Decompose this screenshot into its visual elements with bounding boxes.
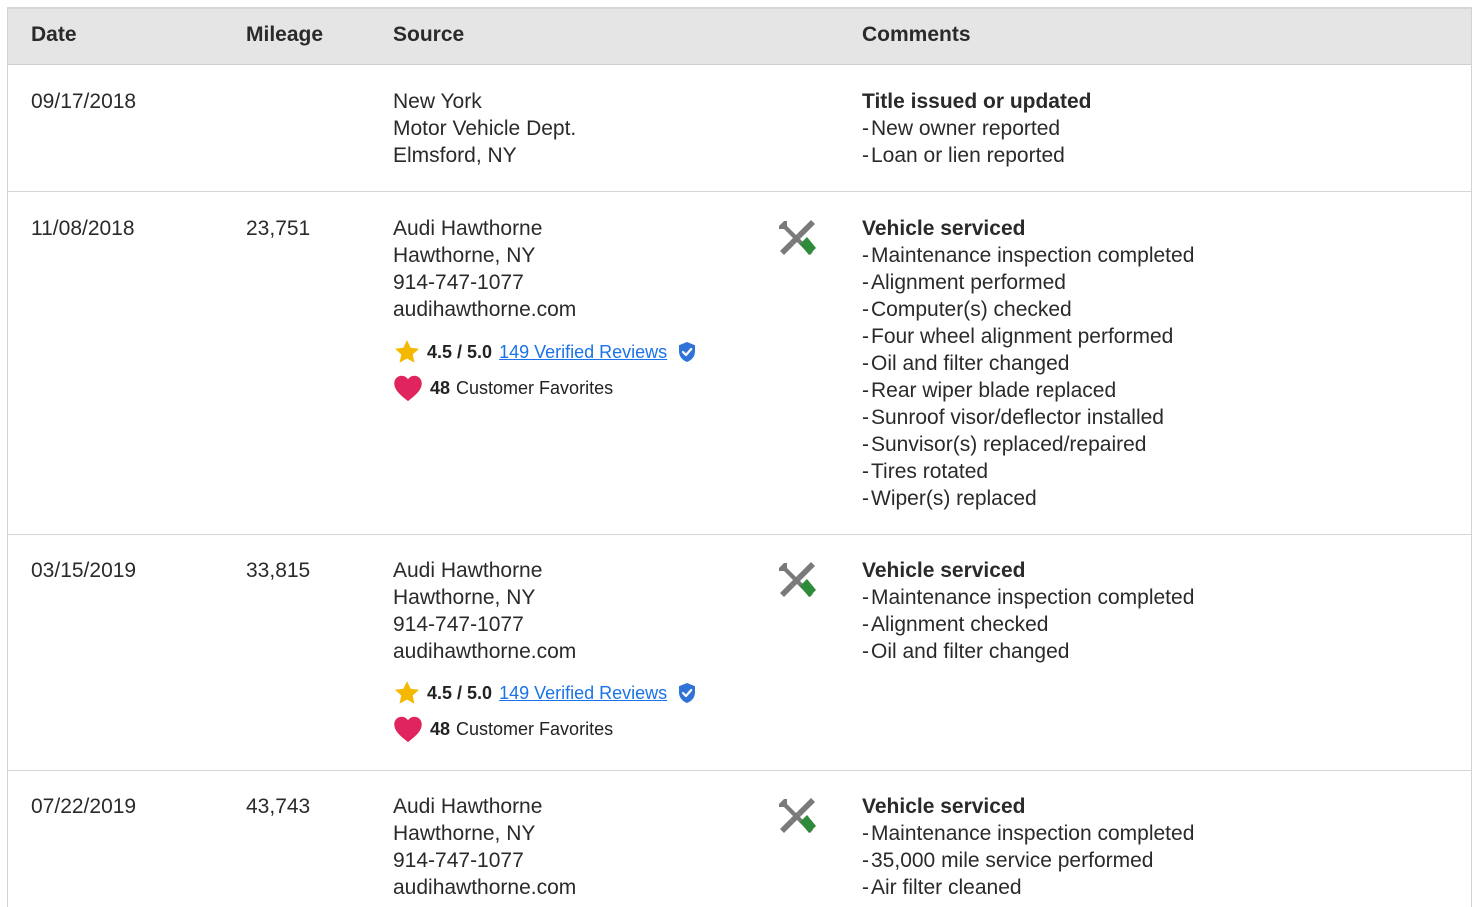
row-date: 09/17/2018 (31, 90, 137, 113)
table-row: 11/08/2018 23,751 Audi Hawthorne Hawthor… (8, 192, 1471, 535)
source-phone: 914-747-1077 (393, 271, 524, 294)
comment-item: Oil and filter changed (862, 350, 1194, 377)
rating-score: 4.5 / 5.0 (427, 682, 493, 703)
source-website: audihawthorne.com (393, 298, 577, 321)
row-date: 03/15/2019 (31, 559, 137, 582)
table-header: Date Mileage Source Comments (8, 9, 1471, 65)
verified-shield-icon (679, 342, 696, 362)
row-comments: Vehicle serviced Maintenance inspection … (862, 793, 1194, 901)
verified-shield-icon (679, 683, 696, 703)
row-date: 07/22/2019 (31, 795, 137, 818)
verified-reviews-link[interactable]: 149 Verified Reviews (499, 342, 667, 363)
comment-title: Vehicle serviced (862, 217, 1026, 240)
star-icon (394, 681, 420, 704)
wrench-screwdriver-icon (779, 220, 816, 255)
row-comments: Vehicle serviced Maintenance inspection … (862, 557, 1194, 665)
source-name: Audi Hawthorne (393, 559, 543, 582)
comment-item: Rear wiper blade replaced (862, 377, 1194, 404)
favorites-label: Customer Favorites (456, 377, 614, 398)
comment-item: Oil and filter changed (862, 638, 1194, 665)
wrench-screwdriver-icon (779, 562, 816, 597)
star-icon (394, 340, 420, 363)
header-comments: Comments (862, 23, 971, 46)
row-source: Audi Hawthorne Hawthorne, NY 914-747-107… (393, 557, 576, 665)
comment-item: 35,000 mile service performed (862, 847, 1194, 874)
comment-title: Vehicle serviced (862, 559, 1026, 582)
source-name: Audi Hawthorne (393, 217, 543, 240)
comment-item: Maintenance inspection completed (862, 242, 1194, 269)
source-phone: 914-747-1077 (393, 613, 524, 636)
customer-favorites: 48 Customer Favorites (393, 714, 613, 744)
source-location: Hawthorne, NY (393, 244, 536, 267)
source-name: Audi Hawthorne (393, 795, 543, 818)
comment-item: Alignment checked (862, 611, 1194, 638)
row-mileage: 33,815 (246, 559, 311, 582)
comment-item: Sunroof visor/deflector installed (862, 404, 1194, 431)
table-row: 07/22/2019 43,743 Audi Hawthorne Hawthor… (8, 771, 1471, 899)
comment-item: Maintenance inspection completed (862, 820, 1194, 847)
row-date: 11/08/2018 (31, 217, 135, 240)
comment-item: Four wheel alignment performed (862, 323, 1194, 350)
header-source: Source (393, 23, 465, 46)
source-website: audihawthorne.com (393, 640, 577, 663)
verified-reviews-link[interactable]: 149 Verified Reviews (499, 683, 667, 704)
customer-favorites: 48 Customer Favorites (393, 373, 613, 403)
comment-title: Vehicle serviced (862, 795, 1026, 818)
comment-item: Wiper(s) replaced (862, 485, 1194, 512)
comment-item: Sunvisor(s) replaced/repaired (862, 431, 1194, 458)
source-location: Hawthorne, NY (393, 822, 536, 845)
row-source: Audi Hawthorne Hawthorne, NY 914-747-107… (393, 215, 576, 323)
source-location: Hawthorne, NY (393, 586, 536, 609)
favorites-count: 48 (430, 718, 451, 739)
rating-score: 4.5 / 5.0 (427, 341, 493, 362)
comment-item: Loan or lien reported (862, 142, 1091, 169)
row-comments: Title issued or updated New owner report… (862, 88, 1091, 169)
source-location: Elmsford, NY (393, 144, 517, 167)
wrench-screwdriver-icon (779, 798, 816, 833)
comment-item: Computer(s) checked (862, 296, 1194, 323)
comment-item: Alignment performed (862, 269, 1194, 296)
comment-item: Maintenance inspection completed (862, 584, 1194, 611)
comment-item: New owner reported (862, 115, 1091, 142)
table-row: 03/15/2019 33,815 Audi Hawthorne Hawthor… (8, 535, 1471, 771)
source-phone: 914-747-1077 (393, 849, 524, 872)
row-mileage: 43,743 (246, 795, 311, 818)
heart-icon (394, 375, 422, 402)
source-name: New York (393, 90, 482, 113)
row-mileage: 23,751 (246, 217, 311, 240)
comment-title: Title issued or updated (862, 90, 1092, 113)
row-source: Audi Hawthorne Hawthorne, NY 914-747-107… (393, 793, 576, 901)
heart-icon (394, 716, 422, 743)
row-source: New York Motor Vehicle Dept. Elmsford, N… (393, 88, 576, 169)
header-mileage: Mileage (246, 23, 324, 46)
dealer-rating: 4.5 / 5.0 149 Verified Reviews (393, 337, 697, 367)
dealer-rating: 4.5 / 5.0 149 Verified Reviews (393, 678, 697, 708)
header-date: Date (31, 23, 77, 46)
favorites-label: Customer Favorites (456, 718, 614, 739)
row-comments: Vehicle serviced Maintenance inspection … (862, 215, 1194, 512)
comment-item: Tires rotated (862, 458, 1194, 485)
source-department: Motor Vehicle Dept. (393, 117, 577, 140)
favorites-count: 48 (430, 377, 451, 398)
table-row: 09/17/2018 New York Motor Vehicle Dept. … (8, 65, 1471, 192)
